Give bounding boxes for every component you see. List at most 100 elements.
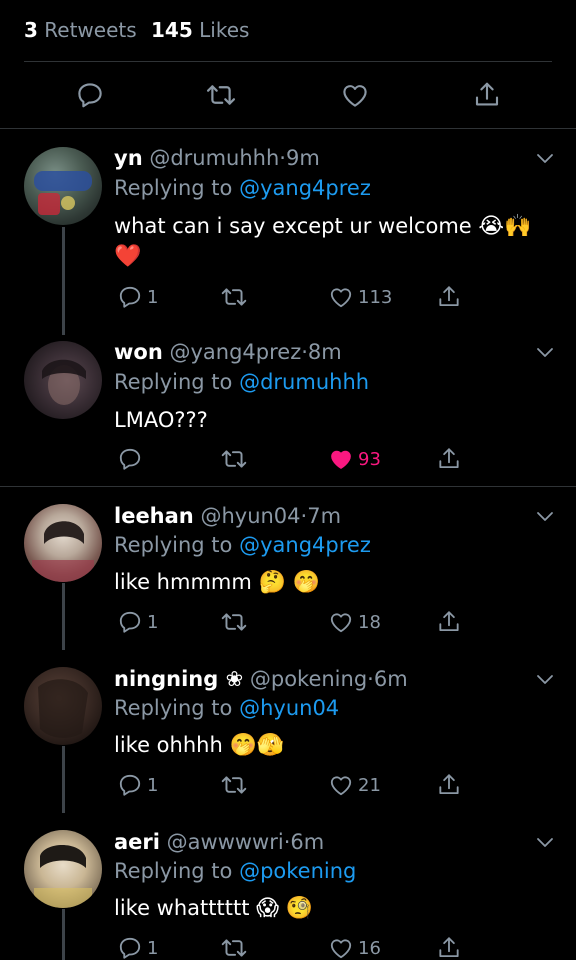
- avatar[interactable]: [24, 341, 102, 419]
- avatar[interactable]: [24, 504, 102, 582]
- likes-label[interactable]: Likes: [199, 18, 249, 42]
- timestamp: 6m: [373, 667, 408, 691]
- user-handle[interactable]: @awwwwri: [167, 830, 284, 854]
- share-icon: [439, 611, 459, 632]
- retweet-button[interactable]: [205, 80, 236, 110]
- heart-icon: [330, 288, 352, 308]
- replying-to-link[interactable]: @hyun04: [239, 696, 339, 720]
- display-name[interactable]: won: [114, 340, 163, 364]
- retweet-button[interactable]: [220, 771, 248, 799]
- replying-to-label: Replying to: [114, 370, 233, 394]
- chevron-down-icon[interactable]: [536, 511, 554, 523]
- reply-button[interactable]: 1: [117, 771, 158, 799]
- share-icon: [439, 448, 459, 469]
- share-button[interactable]: [436, 771, 462, 799]
- screaming-face-emoji: 😱: [256, 896, 280, 921]
- replying-to-label: Replying to: [114, 533, 233, 557]
- user-handle[interactable]: @pokening: [250, 667, 367, 691]
- replying-to-link[interactable]: @yang4prez: [239, 176, 371, 200]
- reply-tweet[interactable]: ningning ❀ @pokening·6m Replying to @hyu…: [0, 650, 576, 813]
- retweet-icon: [221, 450, 247, 468]
- reply-icon: [119, 286, 141, 308]
- reply-tweet[interactable]: won @yang4prez·8m Replying to @drumuhhh …: [0, 323, 576, 487]
- heart-icon: [330, 613, 352, 633]
- reply-count: 1: [147, 937, 159, 959]
- reply-icon: [78, 83, 102, 108]
- tweet-text: like hmmmm 🤔 🤭: [114, 567, 320, 598]
- reply-button[interactable]: 1: [117, 608, 158, 636]
- like-button[interactable]: 113: [328, 283, 392, 311]
- peeking-eye-emoji: 🫣: [256, 733, 285, 758]
- retweet-button[interactable]: [220, 283, 248, 311]
- reply-tweet[interactable]: yn @drumuhhh·9m Replying to @yang4prez w…: [0, 129, 576, 335]
- like-button[interactable]: 21: [328, 771, 381, 799]
- timestamp: 7m: [307, 504, 342, 528]
- share-button[interactable]: [472, 80, 502, 110]
- like-button[interactable]: 18: [328, 608, 381, 636]
- raising-hands-emoji: 🙌: [504, 214, 532, 239]
- hand-over-mouth-emoji: 🤭: [292, 570, 320, 595]
- likes-count: 145: [151, 18, 193, 42]
- reply-tweet[interactable]: leehan @hyun04·7m Replying to @yang4prez…: [0, 487, 576, 650]
- heart-icon: [330, 939, 352, 959]
- retweet-button[interactable]: [220, 934, 248, 960]
- retweets-label[interactable]: Retweets: [44, 18, 136, 42]
- thinking-face-emoji: 🤔: [258, 570, 286, 595]
- avatar[interactable]: [24, 830, 102, 908]
- replying-to-link[interactable]: @drumuhhh: [239, 370, 369, 394]
- like-button[interactable]: 93: [328, 445, 381, 473]
- tweet-text-content: like hmmmm: [114, 570, 252, 594]
- retweet-icon: [221, 776, 247, 794]
- separator-dot: ·: [279, 146, 286, 170]
- reply-button[interactable]: [75, 80, 105, 110]
- tweet-text-line2: ❤️: [114, 241, 141, 272]
- reply-button[interactable]: 1: [117, 283, 158, 311]
- reply-button[interactable]: [117, 445, 147, 473]
- replying-to-link[interactable]: @pokening: [239, 859, 356, 883]
- display-name[interactable]: ningning ❀: [114, 667, 243, 691]
- reply-icon: [119, 774, 141, 796]
- retweet-icon: [206, 85, 236, 105]
- share-icon: [439, 286, 459, 307]
- avatar-goggles: [34, 171, 92, 215]
- like-button[interactable]: 16: [328, 934, 381, 960]
- chevron-down-icon[interactable]: [536, 347, 554, 359]
- reply-button[interactable]: 1: [117, 934, 158, 960]
- chevron-down-icon[interactable]: [536, 837, 554, 849]
- avatar[interactable]: [24, 147, 102, 225]
- share-button[interactable]: [436, 283, 462, 311]
- share-icon: [439, 937, 459, 958]
- share-icon: [439, 774, 459, 795]
- display-name[interactable]: aeri: [114, 830, 160, 854]
- reply-action-bar: 1 16: [0, 934, 576, 960]
- tweet-stats: 3 Retweets 145 Likes: [0, 0, 576, 62]
- tweet-text-content: like whatttttt: [114, 896, 250, 920]
- share-button[interactable]: [436, 445, 462, 473]
- share-button[interactable]: [436, 934, 462, 960]
- like-button[interactable]: [340, 80, 370, 110]
- retweet-button[interactable]: [220, 608, 248, 636]
- tweet-text: like ohhhh 🤭🫣: [114, 730, 284, 761]
- chevron-down-icon[interactable]: [536, 674, 554, 686]
- reply-count: 1: [147, 286, 159, 308]
- like-count: 93: [358, 448, 381, 470]
- timestamp: 9m: [285, 146, 320, 170]
- replying-to-link[interactable]: @yang4prez: [239, 533, 371, 557]
- monocle-face-emoji: 🧐: [285, 896, 314, 921]
- user-handle[interactable]: @yang4prez: [169, 340, 301, 364]
- chevron-down-icon[interactable]: [536, 153, 554, 165]
- retweet-button[interactable]: [220, 445, 248, 473]
- display-name[interactable]: leehan: [114, 504, 194, 528]
- display-name[interactable]: yn: [114, 146, 143, 170]
- share-icon: [475, 82, 499, 106]
- avatar-face: [38, 679, 88, 738]
- avatar[interactable]: [24, 667, 102, 745]
- reply-tweet[interactable]: aeri @awwwwri·6m Replying to @pokening l…: [0, 813, 576, 960]
- reply-action-bar: 1 21: [0, 771, 576, 801]
- tweet-text-content: what can i say except ur welcome: [114, 214, 472, 238]
- user-handle[interactable]: @hyun04: [200, 504, 300, 528]
- share-button[interactable]: [436, 608, 462, 636]
- tweet-text-content: like ohhhh: [114, 733, 223, 757]
- timestamp: 8m: [307, 340, 342, 364]
- user-handle[interactable]: @drumuhhh: [149, 146, 279, 170]
